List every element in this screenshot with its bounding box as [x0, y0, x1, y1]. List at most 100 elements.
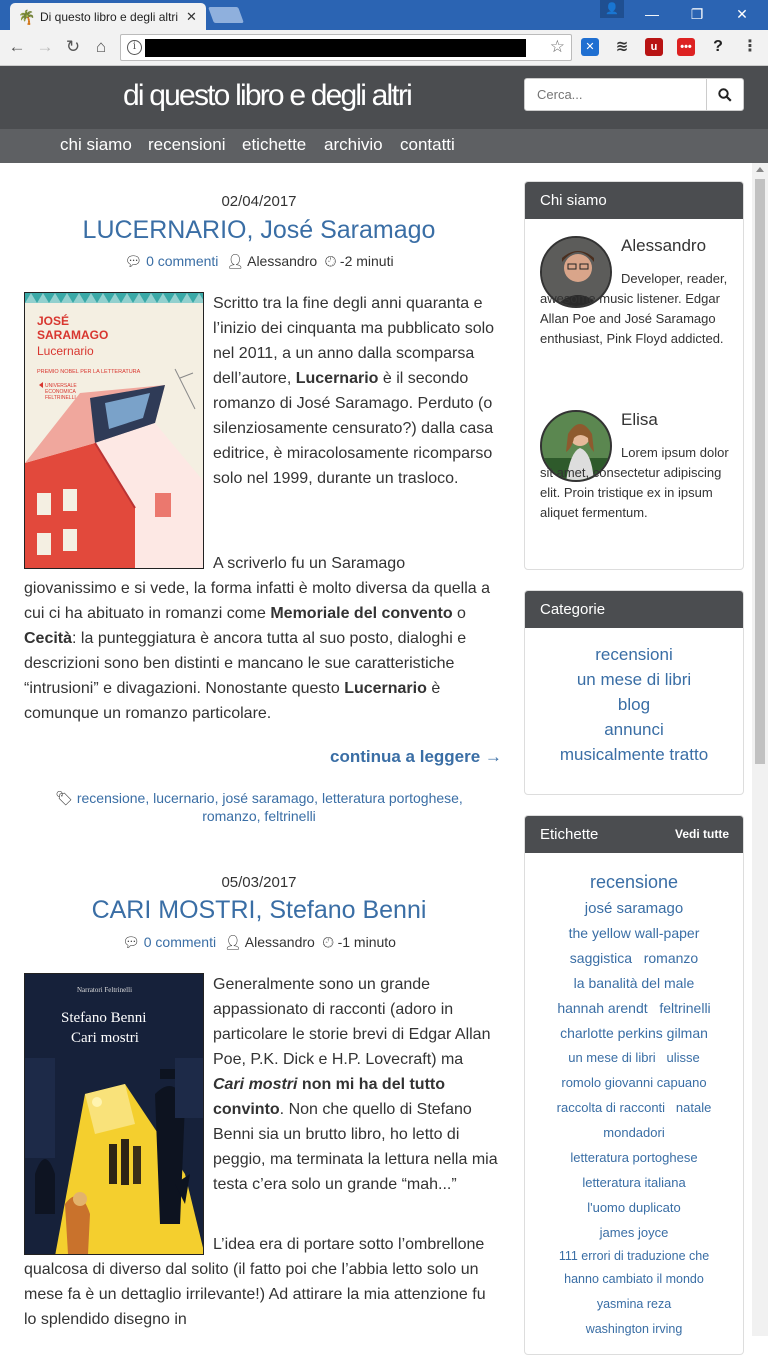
post-title[interactable]: LUCERNARIO, José Saramago [24, 216, 494, 245]
forward-icon[interactable]: → [34, 36, 56, 58]
layers-icon[interactable]: ≋ [613, 38, 631, 56]
search-button[interactable] [706, 79, 743, 110]
nav-etichette[interactable]: etichette [242, 135, 306, 155]
label-link[interactable]: natale [676, 1100, 711, 1115]
post-date: 02/04/2017 [221, 193, 297, 210]
minimize-icon[interactable]: — [632, 0, 672, 30]
label-link[interactable]: letteratura italiana [525, 1175, 743, 1190]
post-body-paragraph: L’idea era di portare sotto l’ombrellone… [24, 1236, 486, 1328]
site-title[interactable]: di questo libro e degli altri [123, 79, 413, 113]
reload-icon[interactable]: ↻ [62, 36, 84, 58]
user-profile-icon[interactable]: 👤 [600, 0, 624, 18]
label-row: saggistica romanzo [525, 950, 743, 966]
search-input[interactable] [525, 79, 706, 110]
page-scrollbar[interactable] [752, 163, 768, 1336]
comments-link[interactable]: 0 commenti [144, 934, 216, 950]
italic-bold-text: Cari mostri [213, 1076, 298, 1093]
bold-text: Lucernario [344, 680, 427, 697]
label-link[interactable]: l'uomo duplicato [525, 1200, 743, 1215]
categories-panel: Categorie recensioni un mese di libri bl… [524, 590, 744, 795]
category-un-mese-di-libri[interactable]: un mese di libri [525, 670, 743, 690]
text-segment: è il secondo romanzo di José Saramago. P… [213, 370, 494, 487]
bold-text: Cecità [24, 630, 73, 647]
browser-titlebar: 🌴 Di questo libro e degli altri ✕ 👤 — ❐ … [0, 0, 768, 30]
reading-time: -1 minuto [337, 934, 396, 950]
label-link[interactable]: feltrinelli [659, 1000, 710, 1016]
browser-toolbar: ← → ↻ ⌂ i ☆ ✕ ≋ u ••• ? ⋮ [0, 30, 768, 66]
text-segment: Generalmente sono un grande appassionato… [213, 976, 491, 1068]
tab-title: Di questo libro e degli altri [40, 9, 178, 24]
author-bio: Lorem ipsum dolor sit amet, consectetur … [540, 445, 729, 520]
label-link[interactable]: hanno cambiato il mondo [525, 1272, 743, 1286]
author-name: Alessandro [621, 236, 707, 255]
user-icon: 👤︎ [223, 934, 242, 950]
label-link[interactable]: raccolta di racconti [557, 1100, 665, 1115]
tags-line-2[interactable]: romanzo, feltrinelli [202, 808, 316, 824]
category-annunci[interactable]: annunci [525, 720, 743, 740]
home-icon[interactable]: ⌂ [90, 36, 112, 58]
scrollbar-thumb[interactable] [755, 179, 765, 764]
nav-archivio[interactable]: archivio [324, 135, 383, 155]
back-icon[interactable]: ← [6, 36, 28, 58]
label-link[interactable]: yasmina reza [525, 1297, 743, 1311]
dots-extension-icon[interactable]: ••• [677, 38, 695, 56]
restore-icon[interactable]: ❐ [677, 0, 717, 30]
post-title[interactable]: CARI MOSTRI, Stefano Benni [24, 896, 494, 925]
category-musicalmente-tratto[interactable]: musicalmente tratto [525, 745, 743, 765]
label-link[interactable]: romanzo [644, 950, 698, 966]
label-link[interactable]: ulisse [667, 1050, 700, 1065]
post-body-paragraph: A scriverlo fu un Saramago giovanissimo … [24, 551, 496, 726]
cover-title: Cari mostri [71, 1030, 139, 1046]
browser-tab[interactable]: 🌴 Di questo libro e degli altri ✕ [10, 3, 206, 30]
label-link[interactable]: romolo giovanni capuano [525, 1075, 743, 1090]
panel-heading: Etichette Vedi tutte [525, 816, 743, 853]
address-bar[interactable]: i ☆ [120, 34, 572, 61]
label-link[interactable]: josé saramago [525, 900, 743, 917]
nav-contatti[interactable]: contatti [400, 135, 455, 155]
new-tab-button[interactable] [208, 7, 244, 23]
svg-text:SARAMAGO: SARAMAGO [37, 328, 108, 342]
label-link[interactable]: james joyce [525, 1225, 743, 1240]
main-nav: chi siamo recensioni etichette archivio … [0, 129, 768, 163]
label-link[interactable]: the yellow wall-paper [525, 925, 743, 941]
label-link[interactable]: letteratura portoghese [525, 1150, 743, 1165]
extension-icon[interactable]: ✕ [581, 38, 599, 56]
ublock-icon[interactable]: u [645, 38, 663, 56]
continue-reading-link[interactable]: continua a leggere → [330, 747, 502, 767]
label-link[interactable]: la banalità del male [525, 975, 743, 991]
label-link[interactable]: 111 errori di traduzione che [525, 1249, 743, 1263]
svg-text:JOSÉ: JOSÉ [37, 313, 69, 328]
label-link[interactable]: charlotte perkins gilman [525, 1025, 743, 1041]
comment-icon: 💬︎ [124, 253, 143, 269]
info-icon[interactable]: i [127, 40, 142, 55]
scroll-up-icon[interactable] [756, 167, 764, 172]
label-row: un mese di libri ulisse [525, 1050, 743, 1065]
bold-text: Memoriale del convento [270, 605, 453, 622]
close-window-icon[interactable]: ✕ [722, 0, 762, 30]
comments-link[interactable]: 0 commenti [146, 253, 218, 269]
tab-close-icon[interactable]: ✕ [186, 9, 197, 25]
comment-icon: 💬︎ [122, 934, 140, 950]
bookmark-star-icon[interactable]: ☆ [550, 37, 565, 57]
menu-icon[interactable]: ⋮ [741, 38, 759, 56]
label-link[interactable]: saggistica [570, 950, 632, 966]
label-link[interactable]: mondadori [525, 1125, 743, 1140]
about-panel: Chi siamo Alessandro Developer, reader, … [524, 181, 744, 570]
nav-recensioni[interactable]: recensioni [148, 135, 226, 155]
label-link[interactable]: recensione [525, 872, 743, 893]
tags-line-1[interactable]: recensione, lucernario, josé saramago, l… [77, 790, 463, 806]
category-blog[interactable]: blog [525, 695, 743, 715]
text-segment: o [452, 605, 466, 622]
category-recensioni[interactable]: recensioni [525, 645, 743, 665]
label-link[interactable]: hannah arendt [557, 1000, 647, 1016]
see-all-labels-link[interactable]: Vedi tutte [675, 816, 729, 853]
label-link[interactable]: washington irving [525, 1322, 743, 1336]
post-intro-paragraph: Scritto tra la fine degli anni quaranta … [213, 291, 498, 491]
tags-icon: 🏷︎ [55, 790, 73, 806]
book-cover-cari-mostri[interactable]: Narratori Feltrinelli Stefano Benni Cari… [24, 973, 204, 1255]
help-icon[interactable]: ? [709, 38, 727, 56]
book-cover-lucernario[interactable]: JOSÉ SARAMAGO Lucernario PREMIO NOBEL PE… [24, 292, 204, 569]
nav-chi-siamo[interactable]: chi siamo [60, 135, 132, 155]
label-link[interactable]: un mese di libri [568, 1050, 655, 1065]
post-meta: 💬︎ 0 commenti 👤︎ Alessandro 🕘︎ -1 minuto [24, 934, 494, 951]
